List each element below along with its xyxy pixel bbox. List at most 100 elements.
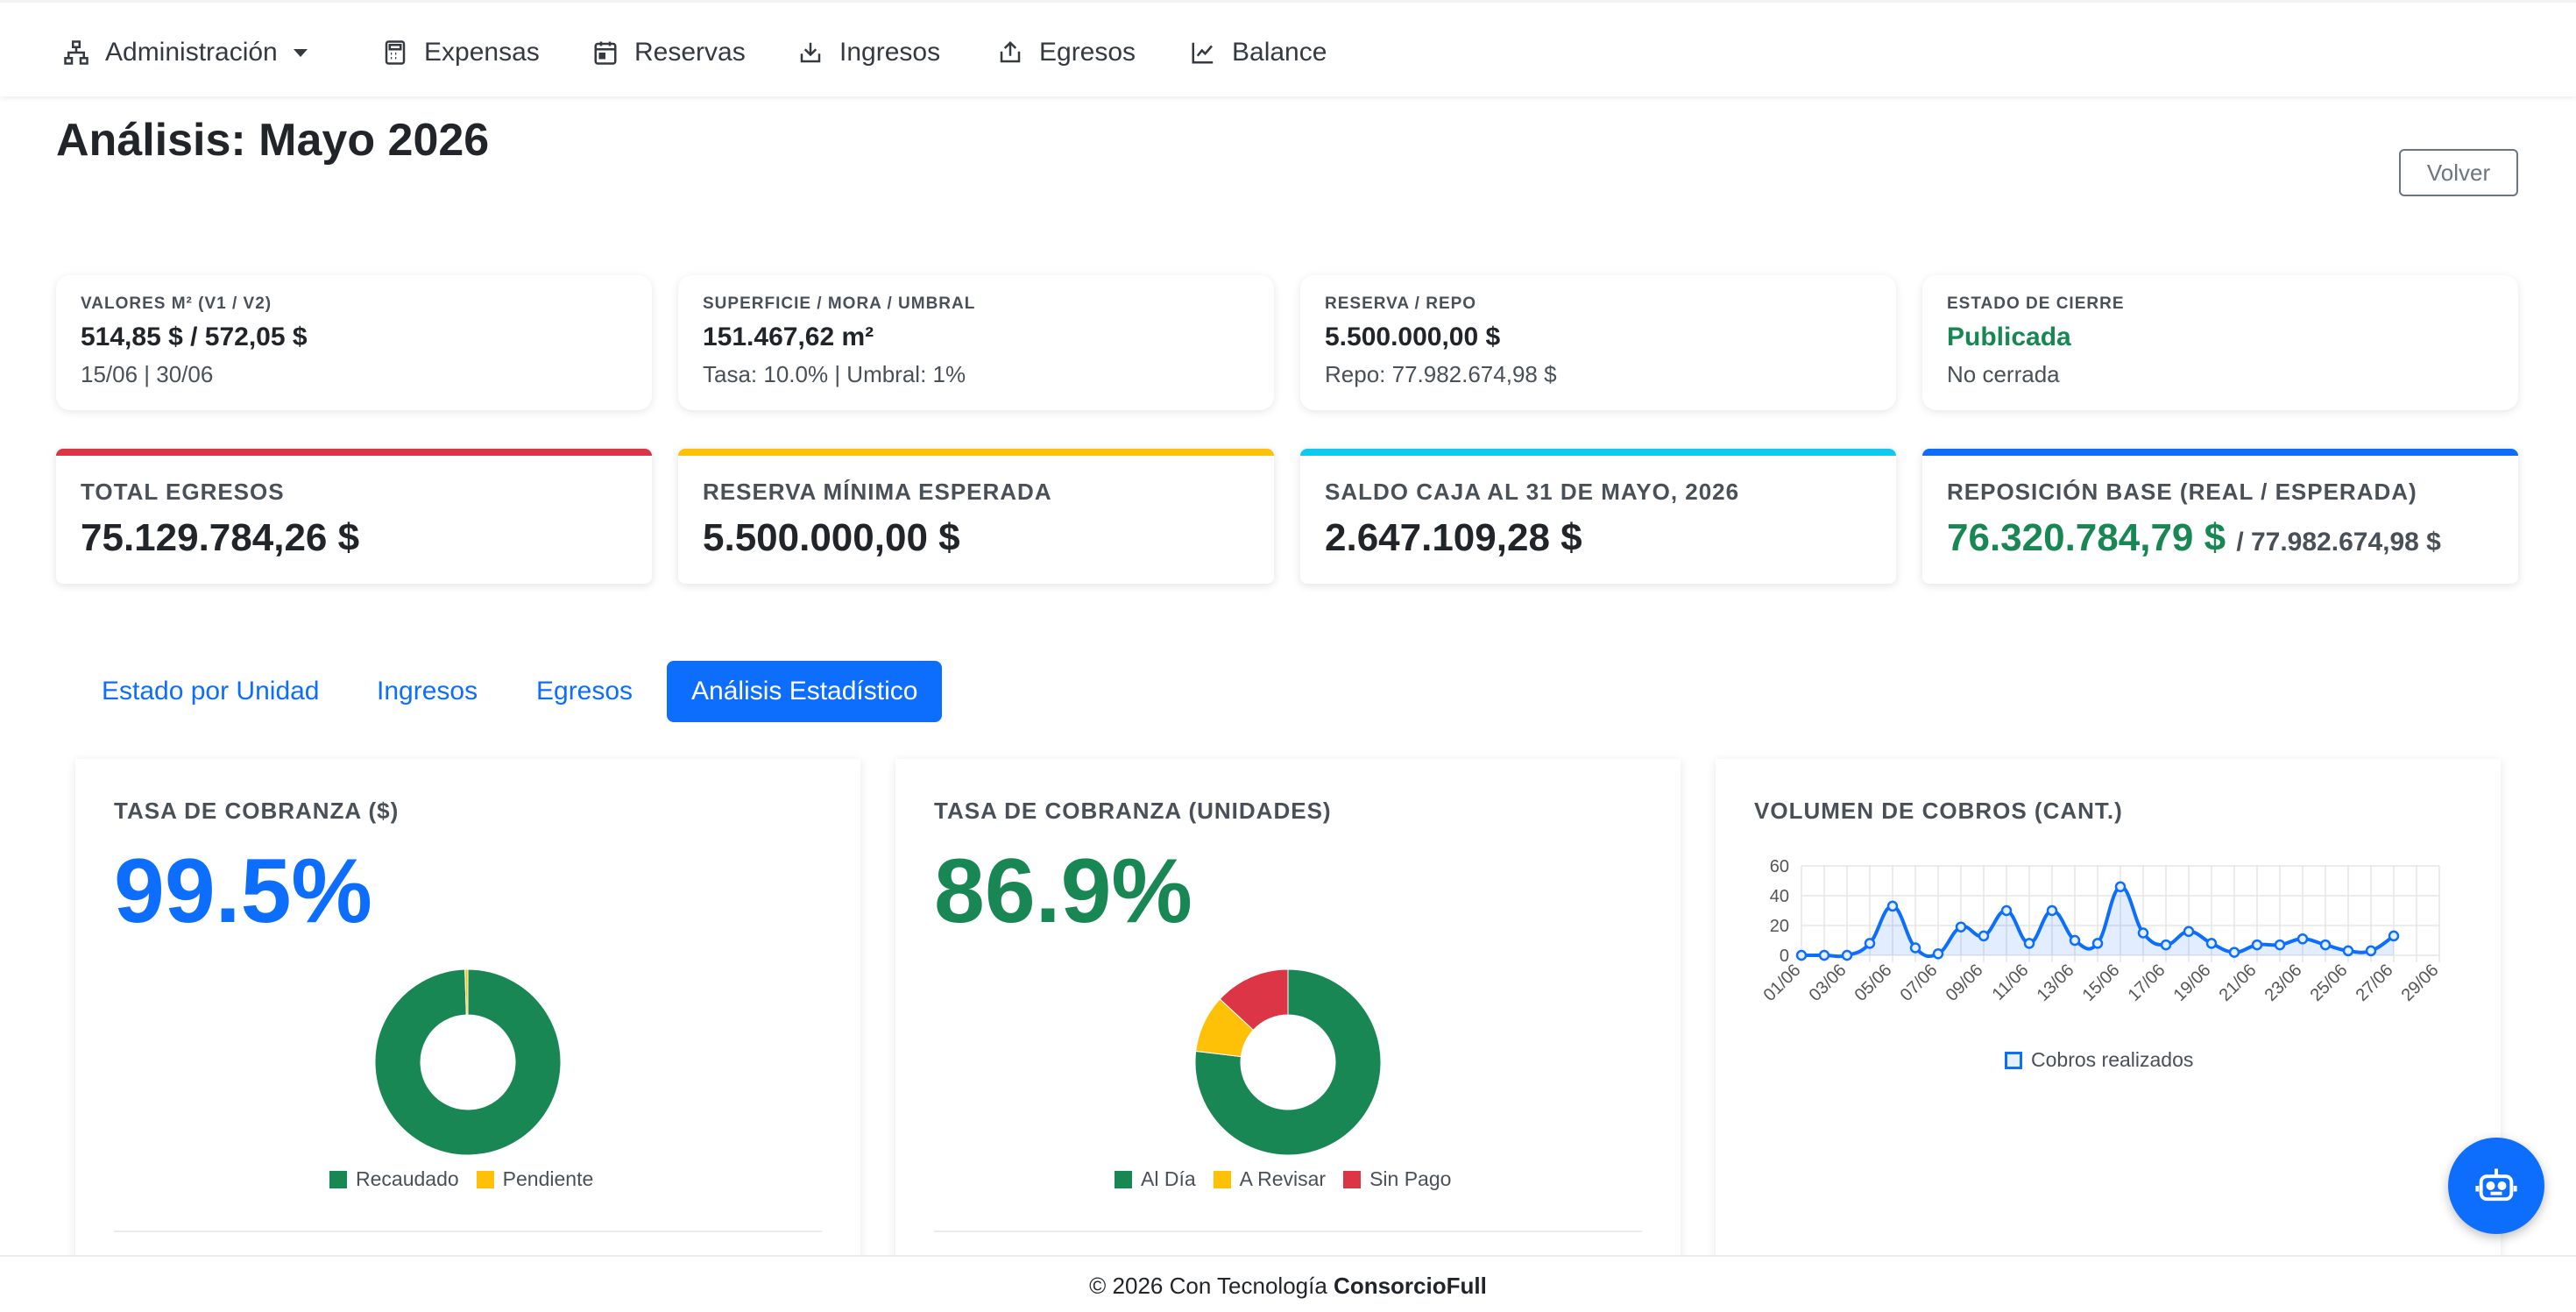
data-point[interactable] xyxy=(2069,934,2081,947)
data-point[interactable] xyxy=(2091,938,2104,949)
info-card-value: 514,85 $ / 572,05 $ xyxy=(81,323,308,351)
x-tick-label: 03/06 xyxy=(1806,961,1851,1005)
x-tick-label: 25/06 xyxy=(2307,961,2352,1005)
info-card-label: VALORES M² (V1 / V2) xyxy=(81,294,272,313)
calendar-icon xyxy=(594,41,617,65)
kpi-value-real: 76.320.784,79 $ xyxy=(1947,516,2226,559)
download-icon xyxy=(800,42,821,63)
x-tick-label: 07/06 xyxy=(1897,961,1942,1005)
nav-expensas-label: Expensas xyxy=(424,38,540,67)
kpi-accent-bar xyxy=(1300,449,1896,456)
x-tick-label: 05/06 xyxy=(1851,961,1896,1005)
data-point[interactable] xyxy=(2023,938,2035,949)
data-point[interactable] xyxy=(2228,947,2240,958)
nav-ingresos-label: Ingresos xyxy=(839,38,941,67)
page-title: Análisis: Mayo 2026 xyxy=(56,115,490,166)
info-card-superficie: SUPERFICIE / MORA / UMBRAL 151.467,62 m²… xyxy=(678,275,1274,410)
legend-item-sin-pago[interactable]: Sin Pago xyxy=(1343,1167,1451,1191)
nav-expensas[interactable]: Expensas xyxy=(382,32,540,73)
data-point[interactable] xyxy=(2160,939,2172,951)
info-card-sub: No cerrada xyxy=(1947,361,2060,387)
legend-label: A Revisar xyxy=(1239,1167,1327,1190)
legend-cobranza-pesos: Recaudado Pendiente xyxy=(329,1167,593,1191)
x-tick-label: 01/06 xyxy=(1760,961,1805,1005)
legend-label: Recaudado xyxy=(356,1167,459,1190)
kpi-value: 2.647.109,28 $ xyxy=(1325,516,1582,559)
info-card-valores: VALORES M² (V1 / V2) 514,85 $ / 572,05 $… xyxy=(56,275,652,410)
data-point[interactable] xyxy=(2296,933,2309,945)
footer-brand: ConsorcioFull xyxy=(1334,1273,1487,1299)
nav-egresos-label: Egresos xyxy=(1039,38,1136,67)
kpi-label: RESERVA MÍNIMA ESPERADA xyxy=(703,479,1052,505)
nav-egresos[interactable]: Egresos xyxy=(997,32,1136,73)
x-tick-label: 15/06 xyxy=(2079,961,2124,1005)
nav-ingresos[interactable]: Ingresos xyxy=(797,32,940,73)
kpi-accent-bar xyxy=(56,449,652,456)
info-card-reserva: RESERVA / REPO 5.500.000,00 $ Repo: 77.9… xyxy=(1300,275,1896,410)
calculator-icon xyxy=(385,40,406,65)
data-point[interactable] xyxy=(1932,948,1944,960)
nav-balance[interactable]: Balance xyxy=(1190,32,1327,73)
legend-label: Cobros realizados xyxy=(2031,1048,2194,1071)
info-card-label: RESERVA / REPO xyxy=(1325,294,1477,313)
y-tick-label: 20 xyxy=(1770,917,1789,936)
info-card-value: 5.500.000,00 $ xyxy=(1325,323,1501,351)
data-point[interactable] xyxy=(2046,904,2058,917)
nav-balance-label: Balance xyxy=(1232,38,1327,67)
doughnut-chart-cobranza-unidades xyxy=(1194,968,1382,1156)
data-point[interactable] xyxy=(2205,938,2218,949)
data-point[interactable] xyxy=(2388,930,2400,942)
legend-label: Pendiente xyxy=(502,1167,594,1190)
stat-value: 86.9% xyxy=(934,840,1192,942)
data-point[interactable] xyxy=(1818,949,1830,961)
x-tick-label: 29/06 xyxy=(2398,961,2443,1005)
data-point[interactable] xyxy=(1909,942,1921,954)
data-point[interactable] xyxy=(1978,930,1990,942)
data-point[interactable] xyxy=(2114,881,2127,893)
legend-label: Sin Pago xyxy=(1369,1167,1452,1190)
legend-item-cobros-realizados[interactable]: Cobros realizados xyxy=(2005,1048,2193,1072)
data-point[interactable] xyxy=(2365,945,2377,957)
y-tick-label: 60 xyxy=(1770,857,1789,876)
tab-estado-por-unidad[interactable]: Estado por Unidad xyxy=(77,661,344,722)
tab-ingresos[interactable]: Ingresos xyxy=(352,661,502,722)
legend-item-al-dia[interactable]: Al Día xyxy=(1115,1167,1196,1191)
caret-down-icon xyxy=(293,48,308,57)
status-value: Publicada xyxy=(1947,323,2071,351)
kpi-card-total-egresos: TOTAL EGRESOS 75.129.784,26 $ xyxy=(56,449,652,584)
x-tick-label: 11/06 xyxy=(1989,961,2033,1004)
nav-reservas[interactable]: Reservas xyxy=(592,32,746,73)
stat-label: VOLUMEN DE COBROS (CANT.) xyxy=(1754,798,2123,824)
data-point[interactable] xyxy=(2251,939,2263,951)
data-point[interactable] xyxy=(1864,938,1876,949)
legend-item-pendiente[interactable]: Pendiente xyxy=(476,1167,594,1191)
kpi-label: TOTAL EGRESOS xyxy=(81,479,285,505)
info-card-sub: Repo: 77.982.674,98 $ xyxy=(1325,361,1557,387)
nav-administracion-label: Administración xyxy=(105,38,278,67)
stat-label: TASA DE COBRANZA ($) xyxy=(114,798,400,824)
kpi-card-saldo-caja: SALDO CAJA AL 31 DE MAYO, 2026 2.647.109… xyxy=(1300,449,1896,584)
chatbot-button[interactable] xyxy=(2448,1138,2544,1234)
info-card-sub: Tasa: 10.0% | Umbral: 1% xyxy=(703,361,966,387)
legend-item-recaudado[interactable]: Recaudado xyxy=(329,1167,459,1191)
data-point[interactable] xyxy=(2000,904,2013,917)
x-tick-label: 23/06 xyxy=(2261,961,2306,1005)
chart-line-icon xyxy=(1192,42,1214,64)
data-point[interactable] xyxy=(1886,900,1899,912)
tab-analisis-estadistico[interactable]: Análisis Estadístico xyxy=(667,661,943,722)
data-point[interactable] xyxy=(1955,921,1967,933)
data-point[interactable] xyxy=(2183,925,2195,938)
line-chart-volumen-cobros: 020406001/06 03/06 05/06 07/06 09/06 11/06 13/… xyxy=(1760,857,2443,1005)
data-point[interactable] xyxy=(2342,945,2354,957)
legend-item-a-revisar[interactable]: A Revisar xyxy=(1213,1167,1327,1191)
data-point[interactable] xyxy=(2319,939,2332,951)
tab-egresos[interactable]: Egresos xyxy=(512,661,657,722)
back-button[interactable]: Volver xyxy=(2399,149,2518,196)
info-card-label: ESTADO DE CIERRE xyxy=(1947,294,2125,313)
data-point[interactable] xyxy=(2274,939,2286,951)
data-point[interactable] xyxy=(1841,949,1853,961)
data-point[interactable] xyxy=(1795,949,1808,961)
info-card-sub: 15/06 | 30/06 xyxy=(81,361,214,387)
nav-administracion[interactable]: Administración xyxy=(63,32,308,73)
data-point[interactable] xyxy=(2137,927,2149,939)
